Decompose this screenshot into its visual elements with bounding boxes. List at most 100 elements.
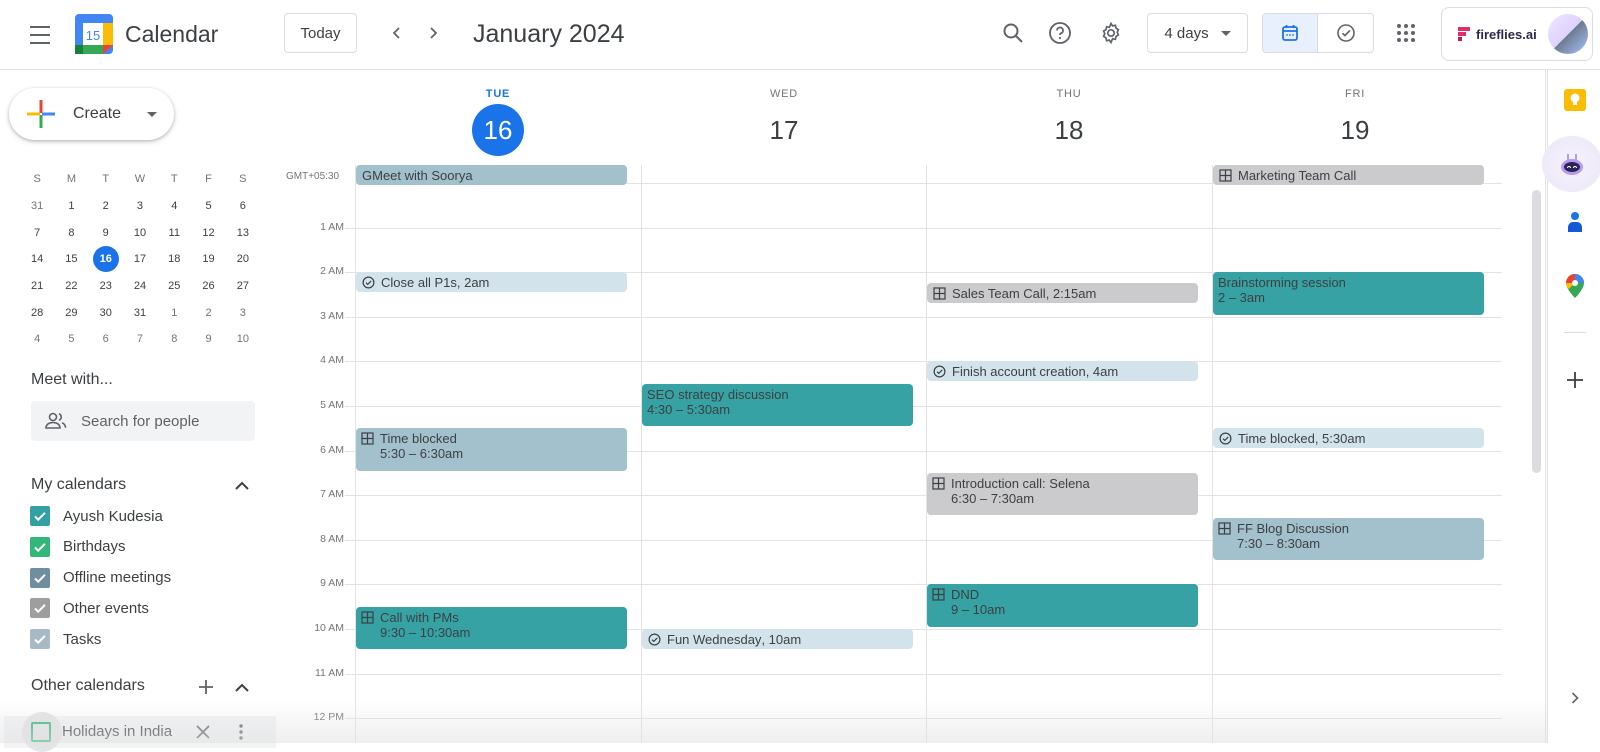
grid-scrollbar[interactable] — [1532, 190, 1541, 473]
other-calendar-item[interactable]: Holidays in India — [4, 712, 276, 752]
mini-calendar-day[interactable]: 24 — [123, 273, 157, 299]
account-chip[interactable]: fireflies.ai — [1441, 7, 1593, 61]
mini-calendar-day[interactable]: 25 — [157, 273, 191, 299]
mini-calendar-day[interactable]: 6 — [89, 326, 123, 352]
mini-calendar-day[interactable]: 10 — [226, 326, 260, 352]
calendar-event[interactable]: Time blocked 5:30 – 6:30am — [356, 428, 627, 471]
mini-calendar-day[interactable]: 26 — [191, 273, 225, 299]
mini-calendar-day[interactable]: 19 — [191, 246, 225, 272]
people-search-input[interactable] — [81, 412, 241, 430]
mini-calendar-day[interactable]: 28 — [20, 300, 54, 326]
calendar-event[interactable]: SEO strategy discussion 4:30 – 5:30am — [642, 383, 913, 427]
fireflies-addon-button[interactable] — [1542, 136, 1600, 192]
my-calendar-item[interactable]: Offline meetings — [30, 564, 171, 592]
day-number[interactable]: 18 — [1043, 104, 1095, 156]
mini-calendar-day[interactable]: 7 — [20, 220, 54, 246]
day-number[interactable]: 19 — [1329, 104, 1381, 156]
mini-calendar-day[interactable]: 4 — [20, 326, 54, 352]
calendar-event[interactable]: Brainstorming session 2 – 3am — [1213, 272, 1484, 315]
get-addons-button[interactable] — [1548, 360, 1600, 400]
mini-calendar-day[interactable]: 2 — [191, 300, 225, 326]
calendar-event[interactable]: Sales Team Call, 2:15am — [927, 283, 1198, 304]
mini-calendar-day[interactable]: 11 — [157, 220, 191, 246]
mini-calendar-day[interactable]: 18 — [157, 246, 191, 272]
calendar-event[interactable]: Marketing Team Call — [1213, 165, 1484, 185]
mini-calendar-day[interactable]: 23 — [89, 273, 123, 299]
mini-calendar-day[interactable]: 31 — [123, 300, 157, 326]
collapse-other-calendars-button[interactable] — [230, 675, 254, 699]
mini-calendar-day[interactable]: 14 — [20, 246, 54, 272]
calendar-checkbox[interactable] — [30, 567, 50, 588]
account-avatar[interactable] — [1548, 14, 1588, 54]
mini-calendar-day[interactable]: 2 — [89, 193, 123, 219]
people-search-field[interactable] — [31, 401, 255, 441]
my-calendar-item[interactable]: Tasks — [30, 625, 101, 653]
mini-calendar-day[interactable]: 22 — [54, 273, 88, 299]
mini-calendar-day[interactable]: 31 — [20, 193, 54, 219]
mini-calendar-day[interactable]: 12 — [191, 220, 225, 246]
mini-calendar-day[interactable]: 20 — [226, 246, 260, 272]
mini-calendar-day[interactable]: 27 — [226, 273, 260, 299]
calendar-event[interactable]: Finish account creation, 4am — [927, 361, 1198, 382]
mini-calendar-day[interactable]: 30 — [89, 300, 123, 326]
mini-calendar-day[interactable]: 9 — [89, 220, 123, 246]
maps-button[interactable] — [1548, 266, 1600, 306]
my-calendar-item[interactable]: Ayush Kudesia — [30, 502, 163, 530]
google-apps-button[interactable] — [1386, 13, 1426, 53]
mini-calendar-day[interactable]: 1 — [54, 193, 88, 219]
mini-calendar-day[interactable]: 17 — [123, 246, 157, 272]
mini-calendar-day[interactable]: 8 — [157, 326, 191, 352]
tasks-view-toggle[interactable] — [1318, 14, 1373, 52]
mini-calendar-day[interactable]: 1 — [157, 300, 191, 326]
calendar-event[interactable]: Call with PMs 9:30 – 10:30am — [356, 606, 627, 650]
my-calendar-item[interactable]: Other events — [30, 594, 149, 622]
calendar-checkbox[interactable] — [30, 598, 50, 619]
calendar-event[interactable]: Close all P1s, 2am — [356, 272, 627, 293]
unsubscribe-button[interactable] — [193, 722, 213, 742]
expand-panel-button[interactable] — [1548, 678, 1600, 718]
holiday-checkbox[interactable] — [31, 722, 51, 742]
mini-calendar-day[interactable]: 15 — [54, 246, 88, 272]
mini-calendar-day[interactable]: 9 — [191, 326, 225, 352]
calendar-event[interactable]: GMeet with Soorya — [356, 165, 627, 185]
next-period-button[interactable] — [417, 17, 449, 49]
mini-calendar-day[interactable]: 3 — [226, 300, 260, 326]
settings-button[interactable] — [1091, 13, 1131, 53]
view-select[interactable]: 4 days — [1147, 13, 1248, 53]
my-calendar-item[interactable]: Birthdays — [30, 533, 126, 561]
calendar-checkbox[interactable] — [30, 506, 50, 526]
mini-calendar-day[interactable]: 7 — [123, 326, 157, 352]
add-other-calendar-button[interactable] — [194, 675, 218, 699]
calendar-logo[interactable]: 15 — [75, 14, 113, 54]
mini-calendar-day[interactable]: 5 — [191, 193, 225, 219]
calendar-checkbox[interactable] — [30, 536, 50, 557]
calendar-event[interactable]: DND 9 – 10am — [927, 584, 1198, 627]
calendar-event[interactable]: Time blocked, 5:30am — [1213, 428, 1484, 449]
calendar-view-toggle[interactable] — [1263, 14, 1319, 52]
calendar-options-button[interactable] — [231, 722, 251, 742]
collapse-my-calendars-button[interactable] — [230, 473, 254, 497]
mini-calendar-day[interactable]: 16 — [89, 246, 123, 273]
day-number[interactable]: 17 — [758, 104, 810, 156]
calendar-event[interactable]: FF Blog Discussion 7:30 – 8:30am — [1213, 517, 1484, 560]
mini-calendar-day[interactable]: 4 — [157, 193, 191, 219]
calendar-checkbox[interactable] — [30, 629, 50, 650]
mini-calendar-day[interactable]: 8 — [54, 220, 88, 246]
calendar-event[interactable]: Introduction call: Selena 6:30 – 7:30am — [927, 472, 1198, 516]
mini-calendar-day[interactable]: 3 — [123, 193, 157, 219]
mini-calendar-day[interactable]: 29 — [54, 300, 88, 326]
support-button[interactable] — [1040, 13, 1080, 53]
mini-calendar-day[interactable]: 6 — [226, 193, 260, 219]
day-number[interactable]: 16 — [472, 104, 524, 156]
mini-calendar-day[interactable]: 10 — [123, 220, 157, 246]
create-button[interactable]: Create — [9, 88, 174, 140]
previous-period-button[interactable] — [381, 17, 413, 49]
search-button[interactable] — [993, 13, 1033, 53]
mini-calendar-day[interactable]: 5 — [54, 326, 88, 352]
mini-calendar-day[interactable]: 21 — [20, 273, 54, 299]
mini-calendar-day[interactable]: 13 — [226, 220, 260, 246]
today-button[interactable]: Today — [284, 13, 357, 53]
calendar-event[interactable]: Fun Wednesday, 10am — [642, 629, 913, 650]
contacts-button[interactable] — [1548, 202, 1600, 242]
keep-button[interactable] — [1548, 80, 1600, 120]
